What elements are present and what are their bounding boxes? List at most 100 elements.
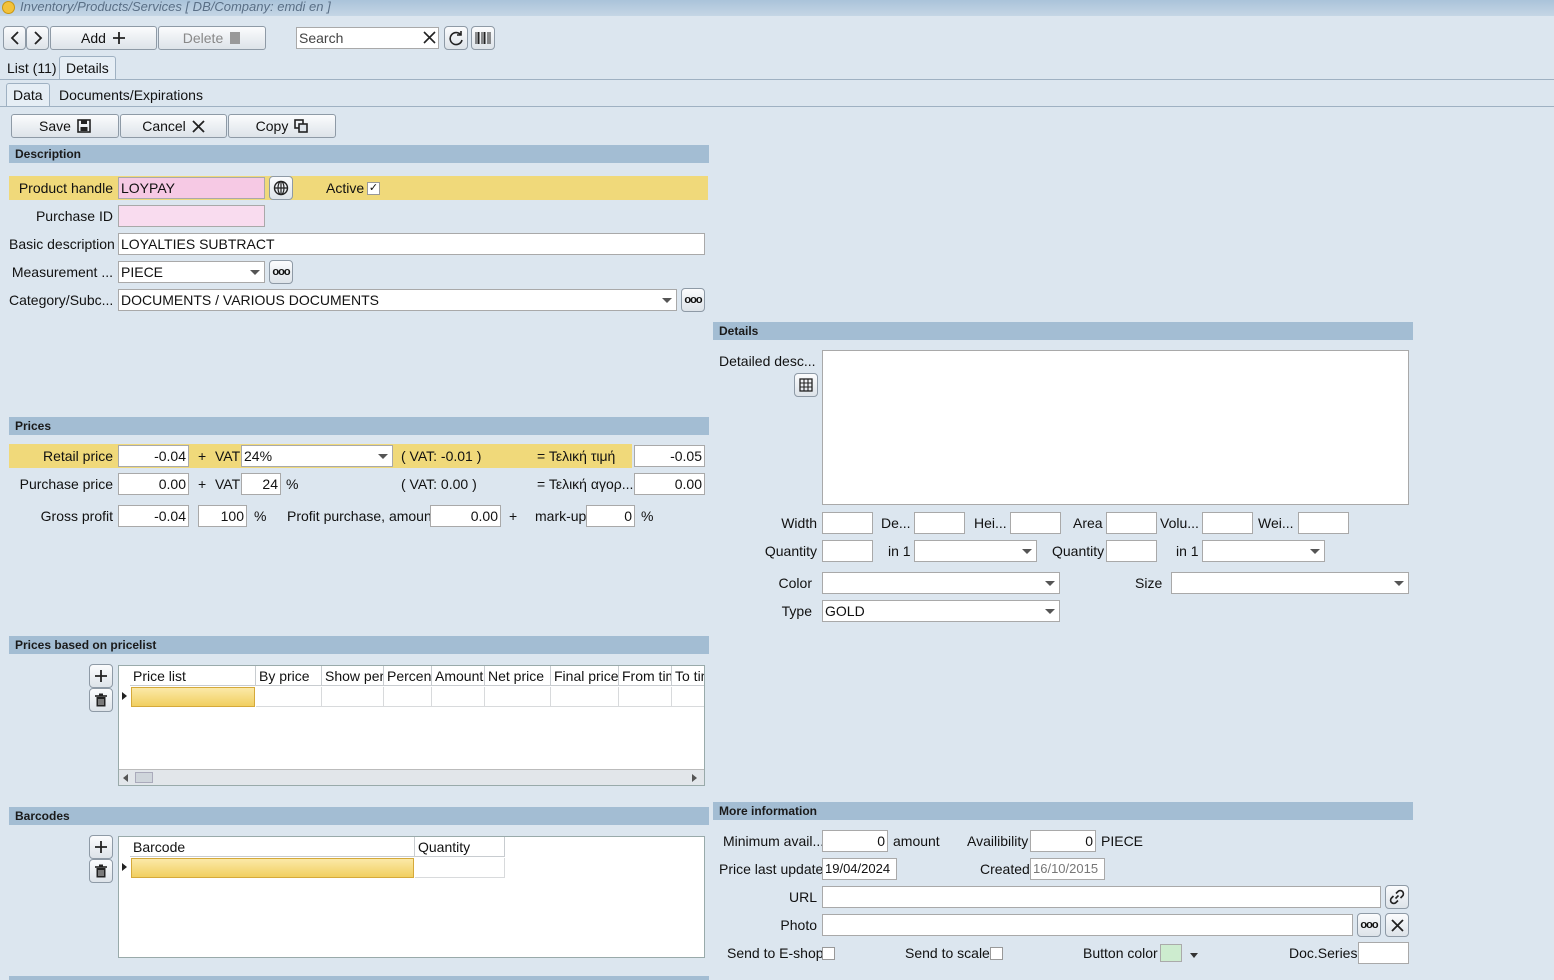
scroll-right-icon[interactable] xyxy=(692,774,697,782)
column-header[interactable]: To tim xyxy=(672,666,704,686)
color-select[interactable] xyxy=(822,572,1060,594)
measurement-select[interactable]: PIECE xyxy=(118,261,265,283)
barcode-add-button[interactable] xyxy=(89,835,113,859)
measurement-more-button[interactable]: ooo xyxy=(269,260,293,284)
availability-field[interactable]: 0 xyxy=(1030,830,1096,852)
column-header[interactable]: Quantity xyxy=(415,837,505,857)
send-eshop-checkbox[interactable] xyxy=(822,947,835,960)
barcodes-table[interactable]: Barcode Quantity xyxy=(118,836,705,958)
save-button[interactable]: Save xyxy=(11,114,119,138)
basic-description-field[interactable]: LOYALTIES SUBTRACT xyxy=(118,233,705,255)
column-header[interactable]: Net price xyxy=(485,666,551,686)
retail-price-field[interactable]: -0.04 xyxy=(118,445,189,467)
column-header[interactable]: Barcode xyxy=(130,837,415,857)
tab-list[interactable]: List (11) xyxy=(1,57,63,81)
ellipsis-icon: ooo xyxy=(1360,919,1378,931)
tab-details[interactable]: Details xyxy=(59,56,116,80)
tab-documents[interactable]: Documents/Expirations xyxy=(53,84,209,108)
detailed-desc-field[interactable] xyxy=(822,350,1409,505)
photo-clear-button[interactable] xyxy=(1385,913,1409,937)
add-button[interactable]: Add xyxy=(50,26,157,50)
in1-2-select[interactable] xyxy=(1202,540,1325,562)
weight-field[interactable] xyxy=(1298,512,1349,534)
search-input[interactable]: Search xyxy=(296,27,439,49)
pricelist-add-button[interactable] xyxy=(89,664,113,688)
category-more-button[interactable]: ooo xyxy=(681,288,705,312)
purchase-final-field[interactable]: 0.00 xyxy=(634,473,705,495)
button-color-swatch[interactable] xyxy=(1160,944,1182,962)
column-header[interactable]: From tim xyxy=(619,666,672,686)
category-select[interactable]: DOCUMENTS / VARIOUS DOCUMENTS xyxy=(118,289,677,311)
trash-icon xyxy=(95,693,107,707)
clear-search-icon[interactable] xyxy=(423,31,436,44)
pricelist-delete-button[interactable] xyxy=(89,688,113,712)
pricelist-table[interactable]: Price list By price Show perc Percent Am… xyxy=(118,665,705,786)
area-field[interactable] xyxy=(1106,512,1157,534)
chevron-down-icon xyxy=(1045,581,1055,586)
product-handle-field[interactable]: LOYPAY xyxy=(118,177,265,199)
tab-data[interactable]: Data xyxy=(6,83,50,107)
column-header[interactable]: Amount xyxy=(432,666,485,686)
color-dropdown-icon[interactable] xyxy=(1190,953,1198,958)
scroll-thumb[interactable] xyxy=(135,772,153,783)
back-button[interactable] xyxy=(3,26,26,50)
purchase-price-label: Purchase price xyxy=(19,476,113,492)
column-header[interactable]: By price xyxy=(256,666,322,686)
table-cell[interactable] xyxy=(415,858,505,878)
gross-profit-field[interactable]: -0.04 xyxy=(118,505,189,527)
forward-button[interactable] xyxy=(26,26,49,50)
table-cell[interactable] xyxy=(619,687,672,707)
active-checkbox[interactable]: ✓ xyxy=(367,182,380,195)
column-header[interactable]: Show perc xyxy=(322,666,384,686)
profit-purchase-field[interactable]: 0.00 xyxy=(430,505,501,527)
price-update-field[interactable]: 19/04/2024 xyxy=(822,858,897,880)
table-cell-selected[interactable] xyxy=(131,687,255,707)
table-cell[interactable] xyxy=(551,687,619,707)
scroll-left-icon[interactable] xyxy=(123,774,128,782)
photo-browse-button[interactable]: ooo xyxy=(1357,913,1381,937)
ellipsis-icon: ooo xyxy=(684,294,702,306)
height-field[interactable] xyxy=(1010,512,1061,534)
gross-percent-field[interactable]: 100 xyxy=(198,505,247,527)
url-field[interactable] xyxy=(822,886,1381,908)
purchase-id-field[interactable] xyxy=(118,205,265,227)
width-field[interactable] xyxy=(822,512,873,534)
column-header[interactable]: Final price xyxy=(551,666,619,686)
table-cell[interactable] xyxy=(256,687,322,707)
barcode-button[interactable] xyxy=(471,26,495,50)
doc-series-field[interactable] xyxy=(1358,942,1409,964)
quantity2-field[interactable] xyxy=(1106,540,1157,562)
table-cell[interactable] xyxy=(384,687,432,707)
type-select[interactable]: GOLD xyxy=(822,600,1060,622)
floppy-icon xyxy=(77,119,91,133)
send-scale-checkbox[interactable] xyxy=(990,947,1003,960)
depth-field[interactable] xyxy=(914,512,965,534)
refresh-button[interactable] xyxy=(444,26,468,50)
column-header[interactable]: Price list xyxy=(130,666,256,686)
delete-button[interactable]: Delete xyxy=(158,26,266,50)
final-price-field[interactable]: -0.05 xyxy=(634,445,705,467)
barcode-delete-button[interactable] xyxy=(89,859,113,883)
table-cell-selected[interactable] xyxy=(131,858,414,878)
retail-vat-select[interactable]: 24% xyxy=(241,445,393,467)
min-avail-field[interactable]: 0 xyxy=(822,830,888,852)
cancel-button[interactable]: Cancel xyxy=(120,114,227,138)
quantity-field[interactable] xyxy=(822,540,873,562)
purchase-vat-field[interactable]: 24 xyxy=(241,473,281,495)
table-editor-button[interactable] xyxy=(794,373,818,397)
table-cell[interactable] xyxy=(322,687,384,707)
table-cell[interactable] xyxy=(432,687,485,707)
translate-button[interactable] xyxy=(269,176,293,200)
purchase-price-field[interactable]: 0.00 xyxy=(118,473,189,495)
table-cell[interactable] xyxy=(485,687,551,707)
volume-field[interactable] xyxy=(1202,512,1253,534)
size-select[interactable] xyxy=(1171,572,1409,594)
photo-field[interactable] xyxy=(822,914,1353,936)
in1-select[interactable] xyxy=(914,540,1037,562)
table-cell[interactable] xyxy=(672,687,704,707)
markup-field[interactable]: 0 xyxy=(586,505,635,527)
column-header[interactable]: Percent xyxy=(384,666,432,686)
open-link-button[interactable] xyxy=(1385,885,1409,909)
copy-button[interactable]: Copy xyxy=(228,114,336,138)
horizontal-scrollbar[interactable] xyxy=(119,769,704,785)
